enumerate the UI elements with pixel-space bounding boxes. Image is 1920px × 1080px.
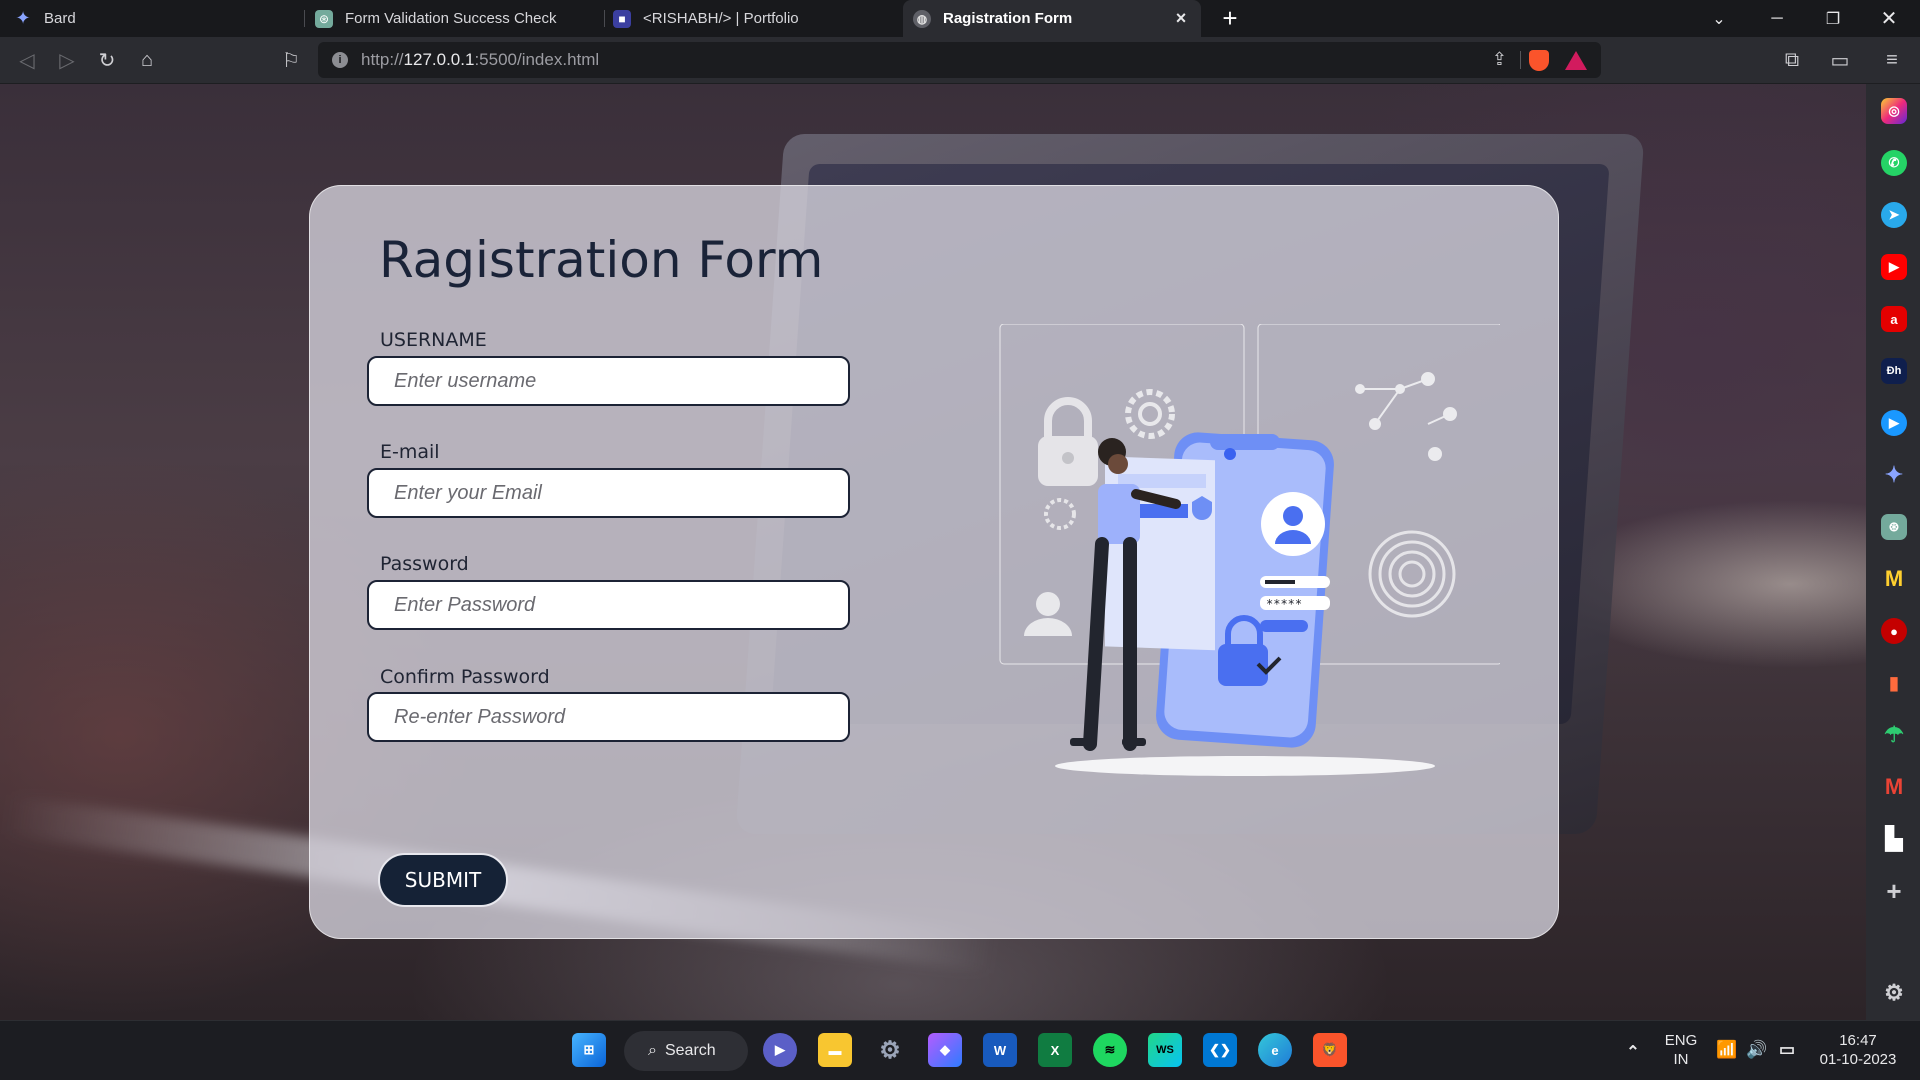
windows-taskbar: ⊞ ⌕ Search ▶ ▬ ⚙ ◆ W X ≋ WS ❮❯ e 🦁 ⌃ ENG…: [0, 1020, 1920, 1080]
clock[interactable]: 16:47 01-10-2023: [1810, 1031, 1906, 1069]
chatgpt-icon[interactable]: ⊛: [1881, 514, 1907, 540]
edge-icon[interactable]: e: [1258, 1033, 1292, 1067]
browser-sidebar: ◎ ✆ ➤ ▶ a Ɖh ▶ ✦ ⊛ M ● ▮ ☂ M ▙ + ⚙: [1866, 84, 1920, 1020]
submit-button[interactable]: SUBMIT: [378, 853, 508, 907]
browser-toolbar: ◁ ▷ ↻ ⌂ ⚐ i http://127.0.0.1:5500/index.…: [0, 37, 1920, 84]
site-info-icon[interactable]: i: [332, 52, 348, 68]
email-label: E-mail: [380, 441, 440, 463]
start-windows-icon[interactable]: ⊞: [572, 1033, 606, 1067]
umbrella-icon[interactable]: ☂: [1881, 722, 1907, 748]
vscode-icon[interactable]: ❮❯: [1203, 1033, 1237, 1067]
search-icon: ⌕: [648, 1042, 657, 1059]
url-text[interactable]: http://127.0.0.1:5500/index.html: [361, 50, 599, 70]
tab-bard[interactable]: ✦ Bard: [0, 0, 305, 37]
bookmark-icon[interactable]: ⚐: [276, 45, 306, 75]
spotify-icon[interactable]: ≋: [1093, 1033, 1127, 1067]
forward-button[interactable]: ▷: [52, 45, 82, 75]
form-title: Ragistration Form: [379, 231, 824, 289]
webstorm-icon[interactable]: WS: [1148, 1033, 1182, 1067]
gear-small-icon: [1044, 498, 1076, 530]
anime-icon[interactable]: ●: [1881, 618, 1907, 644]
restore-button[interactable]: ❐: [1810, 0, 1856, 37]
unsplash-icon[interactable]: ▙: [1881, 826, 1907, 852]
user-frame-icon: [1024, 592, 1072, 636]
address-bar[interactable]: i http://127.0.0.1:5500/index.html ⇪: [318, 42, 1601, 78]
instagram-icon[interactable]: ◎: [1881, 98, 1907, 124]
extensions-icon[interactable]: ⧉: [1777, 45, 1807, 75]
new-tab-button[interactable]: +: [1216, 3, 1244, 33]
tab-label: Bard: [44, 10, 76, 27]
airtel-icon[interactable]: a: [1881, 306, 1907, 332]
network-nodes-icon: [1355, 372, 1457, 461]
tab-search-chevron-icon[interactable]: ⌄: [1696, 0, 1742, 37]
brave-rewards-icon[interactable]: [1565, 51, 1587, 70]
minimize-button[interactable]: ─: [1754, 0, 1800, 37]
padlock-faded-icon: [1038, 397, 1098, 486]
tab-registration[interactable]: ◍ Ragistration Form ×: [903, 0, 1201, 37]
close-window-button[interactable]: ✕: [1866, 0, 1912, 37]
menu-icon[interactable]: ≡: [1877, 45, 1907, 75]
chatgpt-icon: ⊛: [315, 9, 333, 28]
add-panel-icon[interactable]: +: [1881, 876, 1907, 906]
settings-gear-icon[interactable]: ⚙: [873, 1033, 907, 1067]
confirm-password-label: Confirm Password: [380, 666, 550, 688]
bard-icon[interactable]: ✦: [1881, 462, 1907, 488]
gmail-icon[interactable]: M: [1881, 774, 1907, 800]
tab-strip: ✦ Bard ⊛ Form Validation Success Check ■…: [0, 0, 1920, 37]
portfolio-icon: ■: [613, 9, 631, 28]
security-illustration: *****: [999, 324, 1500, 776]
tab-form-validation[interactable]: ⊛ Form Validation Success Check: [305, 0, 605, 37]
wifi-icon[interactable]: 📶: [1710, 1033, 1744, 1067]
illustration-password-text: *****: [1266, 597, 1302, 611]
page-viewport: Ragistration Form USERNAME E-mail Passwo…: [0, 84, 1866, 1020]
fingerprint-icon: [1368, 530, 1456, 618]
back-button[interactable]: ◁: [12, 45, 42, 75]
language-indicator[interactable]: ENG IN: [1663, 1031, 1699, 1069]
username-input[interactable]: [367, 356, 850, 406]
youtube-icon[interactable]: ▶: [1881, 254, 1907, 280]
email-input[interactable]: [367, 468, 850, 518]
copilot-icon[interactable]: ◆: [928, 1033, 962, 1067]
tab-label: Form Validation Success Check: [345, 10, 557, 27]
sparkle-icon: ✦: [15, 8, 31, 28]
hotstar-icon[interactable]: Ɖh: [1881, 358, 1907, 384]
telegram-icon[interactable]: ➤: [1881, 202, 1907, 228]
wallet-icon[interactable]: ▭: [1825, 45, 1855, 75]
username-label: USERNAME: [380, 329, 487, 351]
tab-portfolio[interactable]: ■ <RISHABH/> | Portfolio: [605, 0, 903, 37]
taskbar-search-label: Search: [664, 1042, 716, 1059]
sidebar-settings-gear-icon[interactable]: ⚙: [1881, 980, 1907, 1006]
tab-label: <RISHABH/> | Portfolio: [643, 10, 799, 27]
volume-icon[interactable]: 🔊: [1740, 1033, 1774, 1067]
close-tab-icon[interactable]: ×: [1171, 8, 1191, 28]
gear-icon: [1125, 389, 1175, 439]
password-input[interactable]: [367, 580, 850, 630]
teams-chat-icon[interactable]: ▶: [763, 1033, 797, 1067]
file-explorer-icon[interactable]: ▬: [818, 1033, 852, 1067]
password-label: Password: [380, 553, 469, 575]
share-icon[interactable]: ⇪: [1492, 49, 1507, 70]
home-button[interactable]: ⌂: [132, 45, 162, 75]
miro-icon[interactable]: M: [1881, 566, 1907, 592]
chevron-up-icon[interactable]: ⌃: [1616, 1035, 1650, 1069]
stats-icon[interactable]: ▮: [1881, 670, 1907, 696]
reload-button[interactable]: ↻: [92, 45, 122, 75]
tab-label: Ragistration Form: [943, 10, 1073, 27]
prime-video-icon[interactable]: ▶: [1881, 410, 1907, 436]
registration-card: Ragistration Form USERNAME E-mail Passwo…: [309, 185, 1559, 939]
taskbar-search[interactable]: ⌕ Search: [624, 1031, 748, 1071]
brave-icon[interactable]: 🦁: [1313, 1033, 1347, 1067]
word-icon[interactable]: W: [983, 1033, 1017, 1067]
confirm-password-input[interactable]: [367, 692, 850, 742]
divider: [1520, 51, 1521, 69]
whatsapp-icon[interactable]: ✆: [1881, 150, 1907, 176]
battery-icon[interactable]: ▭: [1770, 1033, 1804, 1067]
excel-icon[interactable]: X: [1038, 1033, 1072, 1067]
globe-icon: ◍: [913, 9, 931, 28]
brave-shields-icon[interactable]: [1529, 50, 1549, 71]
